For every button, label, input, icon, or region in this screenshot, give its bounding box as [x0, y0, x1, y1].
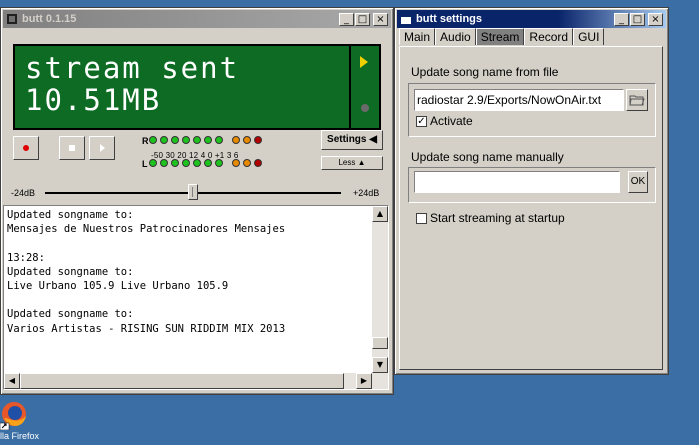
- vu-led: [254, 159, 262, 167]
- vu-led: [215, 136, 223, 144]
- main-title: butt 0.1.15: [22, 13, 77, 25]
- vu-left-label: L: [142, 159, 148, 169]
- scroll-down-arrow-icon[interactable]: ▼: [372, 357, 388, 373]
- vu-right-label: R: [142, 136, 149, 146]
- settings-app-icon: [401, 14, 411, 24]
- lcd-play-indicator-icon: [360, 56, 368, 68]
- stop-button[interactable]: [59, 136, 85, 160]
- vu-led: [182, 136, 190, 144]
- lcd-text-area: stream sent 10.51MB: [15, 46, 351, 128]
- folder-icon: [629, 95, 645, 106]
- activate-checkbox[interactable]: ✓: [416, 116, 427, 127]
- tab-stream[interactable]: Stream: [475, 28, 525, 45]
- vu-led: [243, 136, 251, 144]
- scroll-up-arrow-icon[interactable]: ▲: [372, 206, 388, 222]
- butt-app-icon: [7, 14, 17, 24]
- file-group-title: Update song name from file: [411, 65, 559, 79]
- tab-audio[interactable]: Audio: [435, 28, 476, 45]
- songname-file-path-field[interactable]: radiostar 2.9/Exports/NowOnAir.txt: [414, 89, 624, 111]
- stream-tab-panel: Update song name from file radiostar 2.9…: [399, 46, 663, 370]
- vu-led: [171, 159, 179, 167]
- settings-close-button[interactable]: ×: [648, 12, 663, 26]
- gain-slider-thumb[interactable]: [188, 184, 198, 200]
- vu-led: [171, 136, 179, 144]
- firefox-label: lla Firefox: [0, 431, 40, 441]
- main-titlebar[interactable]: butt 0.1.15 _ □ ×: [3, 10, 391, 28]
- slider-max-label: +24dB: [353, 188, 380, 198]
- butt-settings-window: butt settings _ □ × Main Audio Stream Re…: [394, 7, 669, 375]
- less-button-label: Less: [338, 158, 356, 167]
- scroll-thumb[interactable]: [372, 337, 388, 349]
- scroll-left-arrow-icon[interactable]: ◀: [4, 373, 20, 389]
- lcd-record-indicator-icon: [361, 104, 369, 112]
- vu-led: [232, 159, 240, 167]
- chevron-left-icon: ◀: [369, 134, 377, 145]
- vu-led: [215, 159, 223, 167]
- vu-led: [149, 136, 157, 144]
- record-button[interactable]: [13, 136, 39, 160]
- vu-led: [160, 159, 168, 167]
- less-button[interactable]: Less ▲: [321, 156, 383, 170]
- settings-button[interactable]: Settings ◀: [321, 130, 383, 150]
- slider-min-label: -24dB: [11, 188, 36, 198]
- vu-led: [149, 159, 157, 167]
- scroll-right-arrow-icon[interactable]: ▶: [356, 373, 372, 389]
- vu-led: [232, 136, 240, 144]
- log-text: Updated songname to: Mensajes de Nuestro…: [7, 209, 286, 335]
- minimize-button[interactable]: _: [339, 12, 354, 26]
- stop-icon: [69, 145, 75, 151]
- tab-main[interactable]: Main: [399, 28, 436, 45]
- lcd-display: stream sent 10.51MB: [13, 44, 381, 130]
- record-icon: [23, 145, 29, 151]
- log-vertical-scrollbar[interactable]: ▲ ▼: [372, 206, 388, 373]
- settings-tabs: Main Audio Stream Record GUI: [399, 28, 605, 45]
- settings-button-label: Settings: [327, 134, 367, 145]
- firefox-icon[interactable]: [0, 398, 30, 430]
- tab-record[interactable]: Record: [524, 28, 574, 45]
- vu-led: [243, 159, 251, 167]
- ok-button[interactable]: OK: [628, 171, 648, 193]
- log-area[interactable]: Updated songname to: Mensajes de Nuestro…: [3, 205, 389, 390]
- vu-led: [204, 159, 212, 167]
- start-streaming-label: Start streaming at startup: [430, 211, 565, 225]
- chevron-up-icon: ▲: [357, 158, 366, 167]
- start-streaming-checkbox[interactable]: [416, 213, 427, 224]
- butt-main-window: butt 0.1.15 _ □ × stream sent 10.51MB R …: [0, 7, 394, 395]
- vu-led: [193, 136, 201, 144]
- settings-minimize-button[interactable]: _: [614, 12, 629, 26]
- tab-gui[interactable]: GUI: [573, 28, 605, 45]
- vu-led: [160, 136, 168, 144]
- vu-led: [193, 159, 201, 167]
- vu-led: [182, 159, 190, 167]
- lcd-line-1: stream sent: [25, 51, 240, 85]
- hscroll-thumb[interactable]: [20, 373, 344, 389]
- settings-titlebar[interactable]: butt settings _ □ ×: [397, 10, 666, 28]
- browse-file-button[interactable]: [626, 89, 648, 111]
- manual-group-title: Update song name manually: [411, 150, 564, 164]
- vu-led: [204, 136, 212, 144]
- manual-songname-input[interactable]: [414, 171, 620, 193]
- activate-label: Activate: [430, 114, 473, 128]
- maximize-button[interactable]: □: [355, 12, 370, 26]
- lcd-line-2: 10.51MB: [25, 83, 162, 117]
- play-button[interactable]: [89, 136, 115, 160]
- vu-led: [254, 136, 262, 144]
- settings-maximize-button[interactable]: □: [630, 12, 645, 26]
- vu-meter-left: [149, 159, 262, 167]
- play-icon: [99, 144, 105, 152]
- vu-meter-right: [149, 136, 262, 144]
- log-horizontal-scrollbar[interactable]: ◀ ▶: [4, 373, 388, 389]
- settings-title: butt settings: [416, 13, 482, 25]
- close-button[interactable]: ×: [373, 12, 388, 26]
